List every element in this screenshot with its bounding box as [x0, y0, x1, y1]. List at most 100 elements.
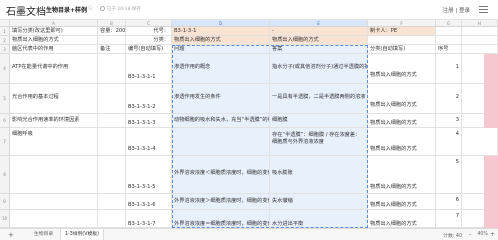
cell-f5[interactable]: 物质出入细胞的方式 — [368, 84, 436, 114]
document-title[interactable]: 生物目录+样例 — [46, 5, 87, 14]
row-header-10[interactable]: 10 — [0, 210, 10, 228]
cell-g7[interactable]: 4 — [436, 128, 462, 156]
cell-a10[interactable] — [10, 210, 98, 228]
app-logo[interactable]: 石墨文档 — [6, 3, 46, 18]
cell-g2[interactable] — [436, 36, 462, 45]
cell-g1[interactable] — [436, 27, 462, 36]
cell-e4[interactable]: 指水分子(或其他溶剂分子)通过半透膜的扩散 — [270, 54, 368, 84]
cell-f10[interactable]: 物质出入细胞的方式 — [368, 210, 436, 228]
cell-g9[interactable]: 6 — [436, 194, 462, 210]
cell-g4[interactable]: 1 — [436, 54, 462, 84]
cell-g6[interactable]: 3 — [436, 114, 462, 128]
column-header-g[interactable]: G — [436, 20, 462, 27]
row-header-1[interactable]: 1 — [0, 27, 10, 36]
cell-e9[interactable]: 失水皱缩 — [270, 194, 368, 210]
cell-b10[interactable] — [98, 210, 126, 228]
cell-d7[interactable] — [172, 128, 270, 156]
menu-icon[interactable] — [479, 6, 488, 13]
cell-g5[interactable]: 2 — [436, 84, 462, 114]
zoom-out-button[interactable]: - — [469, 231, 471, 238]
cell-d3[interactable]: 问题 — [172, 45, 270, 54]
cell-d6[interactable]: 动物细胞的吸水和失水，充当“半透膜”的结构 — [172, 114, 270, 128]
column-header-c[interactable]: C — [126, 20, 172, 27]
cell-e3[interactable]: 答案 — [270, 45, 368, 54]
cell-d8[interactable]: 外界溶液浓度＜细胞质浓度时，细胞的变化 — [172, 156, 270, 194]
cell-d1[interactable]: B3-1-3-1 — [172, 27, 270, 36]
cell-b5[interactable] — [98, 84, 126, 114]
cell-f9[interactable]: 物质出入细胞的方式 — [368, 194, 436, 210]
cell-e2[interactable]: 物质出入细胞的方式 — [270, 36, 368, 45]
cell-h7[interactable] — [462, 128, 498, 156]
sheet-tab-sample[interactable]: 1-3样例(V模板) — [60, 229, 105, 240]
cell-a7[interactable]: 细胞呼吸 — [10, 128, 98, 156]
cell-d9[interactable]: 外界溶液浓度＞细胞质浓度时，细胞的变化 — [172, 194, 270, 210]
column-header-h[interactable]: H — [462, 20, 498, 27]
cell-a2[interactable]: 物质出入细胞的方式 — [10, 36, 98, 45]
cell-d10[interactable]: 外界溶液浓度＝细胞质浓度时，细胞的变化 — [172, 210, 270, 228]
cell-b2[interactable] — [98, 36, 126, 45]
cell-b8[interactable] — [98, 156, 126, 194]
cell-c2[interactable]: 分类： — [126, 36, 172, 45]
column-header-f[interactable]: F — [368, 20, 436, 27]
cell-e5[interactable]: 一是具有半透膜，二是半透膜两侧的溶液 — [270, 84, 368, 114]
cell-f7[interactable]: 物质出入细胞的方式 — [368, 128, 436, 156]
column-header-d[interactable]: D — [172, 20, 270, 27]
login-link[interactable]: 注册 | 登录 — [443, 6, 470, 14]
cell-f6[interactable]: 物质出入细胞的方式 — [368, 114, 436, 128]
cell-c6[interactable]: B3-1-3-1-3 — [126, 114, 172, 128]
row-header-4[interactable]: 4 — [0, 54, 10, 84]
spreadsheet-grid[interactable]: A B C D E F G H 1 2 3 4 5 6 7 8 9 10 填写分… — [0, 20, 498, 228]
cell-f4[interactable]: 物质出入细胞的方式 — [368, 54, 436, 84]
cell-e6[interactable]: 细胞膜 — [270, 114, 368, 128]
cell-b7[interactable] — [98, 128, 126, 156]
star-icon[interactable]: ☆ — [87, 4, 93, 12]
cell-f2[interactable] — [368, 36, 436, 45]
add-sheet-button[interactable]: + — [8, 231, 14, 239]
cell-a1[interactable]: 填写分类(改这里即可) — [10, 27, 98, 36]
cell-g10[interactable]: 7 — [436, 210, 462, 228]
cell-b1[interactable]: 容量：200 — [98, 27, 126, 36]
cell-b3[interactable]: 备注 — [98, 45, 126, 54]
cell-c10[interactable]: B3-1-3-1-7 — [126, 210, 172, 228]
cell-e8[interactable]: 吸水膨胀 — [270, 156, 368, 194]
sheet-tab-catalog[interactable]: 生物目录 — [30, 229, 57, 240]
cell-c7[interactable]: B3-1-3-1-4 — [126, 128, 172, 156]
zoom-level[interactable]: 40% — [477, 232, 488, 237]
cell-h2[interactable] — [462, 36, 498, 45]
zoom-in-button[interactable]: + — [490, 231, 495, 238]
cell-c4[interactable]: B3-1-3-1-1 — [126, 54, 172, 84]
cell-c9[interactable]: B3-1-3-1-6 — [126, 194, 172, 210]
row-header-5[interactable]: 5 — [0, 84, 10, 114]
row-header-6[interactable]: 6 — [0, 114, 10, 128]
cell-c3[interactable]: 编号(自动填写) — [126, 45, 172, 54]
cell-a6[interactable]: 影响光合作用速率的环境因素 — [10, 114, 98, 128]
cell-e7[interactable]: 存在“半透膜”：细胞膜 / 存在浓度差：细胞质与外界溶液浓度 — [270, 128, 368, 156]
select-all-corner[interactable] — [0, 20, 10, 27]
cell-g8[interactable]: 5 — [436, 156, 462, 194]
row-header-8[interactable]: 8 — [0, 156, 10, 194]
row-header-9[interactable]: 9 — [0, 194, 10, 210]
cell-a9[interactable] — [10, 194, 98, 210]
cell-a4[interactable]: ATP在能量代谢中的作用 — [10, 54, 98, 84]
cell-a8[interactable] — [10, 156, 98, 194]
cell-e1[interactable]: - — [270, 27, 368, 36]
cell-c1[interactable]: 代号： — [126, 27, 172, 36]
column-header-b[interactable]: B — [98, 20, 126, 27]
cell-b9[interactable] — [98, 194, 126, 210]
cell-f3[interactable]: 分类(自动填写) — [368, 45, 436, 54]
cell-c8[interactable]: B3-1-3-1-5 — [126, 156, 172, 194]
cell-e10[interactable]: 水分进出平衡 — [270, 210, 368, 228]
row-header-7[interactable]: 7 — [0, 128, 10, 156]
cell-d2[interactable]: 物质出入细胞的方式 — [172, 36, 270, 45]
row-header-2[interactable]: 2 — [0, 36, 10, 45]
cell-h3[interactable] — [462, 45, 498, 54]
column-header-a[interactable]: A — [10, 20, 98, 27]
cell-f1[interactable]: 制卡人：PE — [368, 27, 436, 36]
cell-h1[interactable] — [462, 27, 498, 36]
cell-b6[interactable] — [98, 114, 126, 128]
column-header-e[interactable]: E — [270, 20, 368, 27]
cell-a3[interactable]: 脑区代表中的作用 — [10, 45, 98, 54]
cell-g3[interactable]: 序号 — [436, 45, 462, 54]
cell-d4[interactable]: 渗透作用的概念 — [172, 54, 270, 84]
cell-d5[interactable]: 渗透作用发生的条件 — [172, 84, 270, 114]
